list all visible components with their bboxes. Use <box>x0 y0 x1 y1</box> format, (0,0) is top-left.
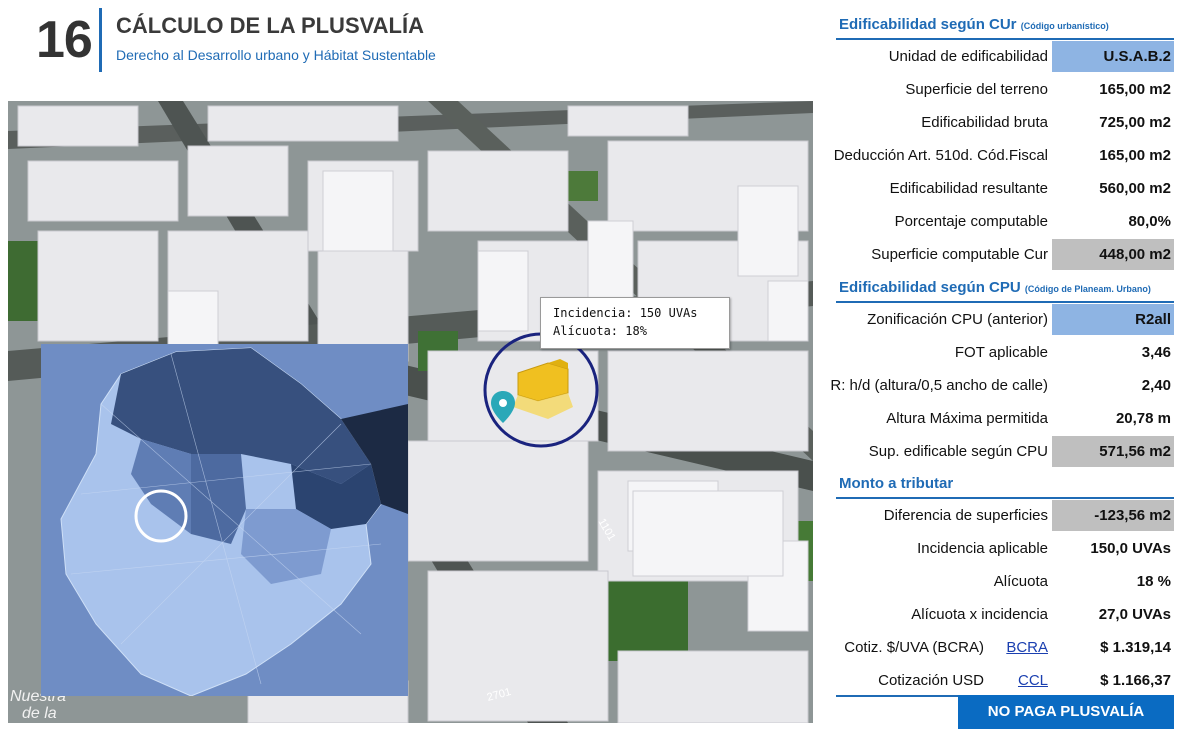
row-porcentaje: Porcentaje computable 80,0% <box>836 205 1174 238</box>
row-label: Edificabilidad bruta <box>921 114 1048 131</box>
row-zonificacion: Zonificación CPU (anterior) R2all <box>836 303 1174 336</box>
aerial-3d-map[interactable]: 2701 1101 Nuestra de la Incidencia: 150 … <box>8 101 813 723</box>
row-label: Cotiz. $/UVA (BCRA) <box>844 639 984 656</box>
row-value: 165,00 m2 <box>1099 147 1171 164</box>
row-label: Alícuota x incidencia <box>911 606 1048 623</box>
city-inset-map[interactable] <box>41 344 408 696</box>
section-cpu-header: Edificabilidad según CPU (Código de Plan… <box>836 271 1174 303</box>
row-value: 150,0 UVAs <box>1090 540 1171 557</box>
row-cotiz-uva: Cotiz. $/UVA (BCRA) BCRA $ 1.319,14 <box>836 631 1174 664</box>
tooltip-incidencia: Incidencia: 150 UVAs <box>553 306 698 320</box>
row-edif-resultante: Edificabilidad resultante 560,00 m2 <box>836 172 1174 205</box>
row-incidencia: Incidencia aplicable 150,0 UVAs <box>836 532 1174 565</box>
section-monto-header: Monto a tributar <box>836 467 1174 499</box>
section-monto-title: Monto a tributar <box>839 475 954 492</box>
header-divider <box>99 8 102 72</box>
row-value: 725,00 m2 <box>1099 114 1171 131</box>
map-tooltip: Incidencia: 150 UVAs Alícuota: 18% <box>540 297 730 349</box>
row-label: Sup. edificable según CPU <box>868 443 1048 460</box>
row-value: 18 % <box>1136 573 1171 590</box>
row-value: 560,00 m2 <box>1099 180 1171 197</box>
section-cur-title: Edificabilidad según CUr (Código urbanís… <box>839 16 1109 33</box>
section-cur-header: Edificabilidad según CUr (Código urbanís… <box>836 8 1174 40</box>
result-banner: NO PAGA PLUSVALÍA <box>958 695 1174 729</box>
section-cpu-title: Edificabilidad según CPU (Código de Plan… <box>839 279 1151 296</box>
row-unidad: Unidad de edificabilidad U.S.A.B.2 <box>836 40 1174 73</box>
row-value: -123,56 m2 <box>1094 507 1171 524</box>
page-title: CÁLCULO DE LA PLUSVALÍA <box>116 13 424 38</box>
row-label: Diferencia de superficies <box>883 507 1048 524</box>
row-value: 571,56 m2 <box>1099 443 1171 460</box>
row-altura: Altura Máxima permitida 20,78 m <box>836 402 1174 435</box>
row-label: Deducción Art. 510d. Cód.Fiscal <box>833 147 1048 164</box>
row-value: 165,00 m2 <box>1099 81 1171 98</box>
row-sup-edificable: Sup. edificable según CPU 571,56 m2 <box>836 435 1174 468</box>
row-fot: FOT aplicable 3,46 <box>836 336 1174 369</box>
row-superficie-terreno: Superficie del terreno 165,00 m2 <box>836 73 1174 106</box>
row-sup-computable: Superficie computable Cur 448,00 m2 <box>836 238 1174 271</box>
result-divider <box>836 695 958 697</box>
row-cotiz-usd: Cotización USD CCL $ 1.166,37 <box>836 664 1174 697</box>
row-value: 448,00 m2 <box>1099 246 1171 263</box>
row-label: Zonificación CPU (anterior) <box>867 311 1048 328</box>
row-rhd: R: h/d (altura/0,5 ancho de calle) 2,40 <box>830 369 1174 402</box>
row-value: R2all <box>1135 311 1171 328</box>
row-value: 3,46 <box>1141 344 1171 361</box>
row-value: U.S.A.B.2 <box>1103 48 1171 65</box>
row-deduccion: Deducción Art. 510d. Cód.Fiscal 165,00 m… <box>833 139 1174 172</box>
row-label: Cotización USD <box>878 672 984 689</box>
row-edif-bruta: Edificabilidad bruta 725,00 m2 <box>836 106 1174 139</box>
row-value: $ 1.319,14 <box>1100 639 1171 656</box>
map-corner-label: de la <box>22 705 57 722</box>
row-label: Edificabilidad resultante <box>889 180 1048 197</box>
row-alicuota: Alícuota 18 % <box>836 565 1174 598</box>
row-label: R: h/d (altura/0,5 ancho de calle) <box>830 377 1048 394</box>
row-value: 27,0 UVAs <box>1098 606 1171 623</box>
tooltip-alicuota: Alícuota: 18% <box>553 324 647 338</box>
row-label: Alícuota <box>993 573 1048 590</box>
ccl-link[interactable]: CCL <box>1018 672 1048 689</box>
row-label: Superficie del terreno <box>905 81 1048 98</box>
section-cpu-subtitle: (Código de Planeam. Urbano) <box>1024 284 1151 294</box>
row-label: FOT aplicable <box>954 344 1048 361</box>
row-label: Altura Máxima permitida <box>886 410 1048 427</box>
row-label: Superficie computable Cur <box>871 246 1048 263</box>
row-diferencia: Diferencia de superficies -123,56 m2 <box>836 499 1174 532</box>
inset-canvas <box>41 344 408 696</box>
row-label: Incidencia aplicable <box>917 540 1048 557</box>
page-subtitle: Derecho al Desarrollo urbano y Hábitat S… <box>116 47 436 63</box>
section-cur-subtitle: (Código urbanístico) <box>1020 21 1109 31</box>
row-value: 20,78 m <box>1115 410 1171 427</box>
section-number: 16 <box>36 11 93 69</box>
row-alicuota-x-incidencia: Alícuota x incidencia 27,0 UVAs <box>836 598 1174 631</box>
bcra-link[interactable]: BCRA <box>1006 639 1048 656</box>
row-value: 2,40 <box>1141 377 1171 394</box>
row-value: 80,0% <box>1128 213 1171 230</box>
row-label: Unidad de edificabilidad <box>888 48 1048 65</box>
row-value: $ 1.166,37 <box>1100 672 1171 689</box>
row-label: Porcentaje computable <box>894 213 1048 230</box>
